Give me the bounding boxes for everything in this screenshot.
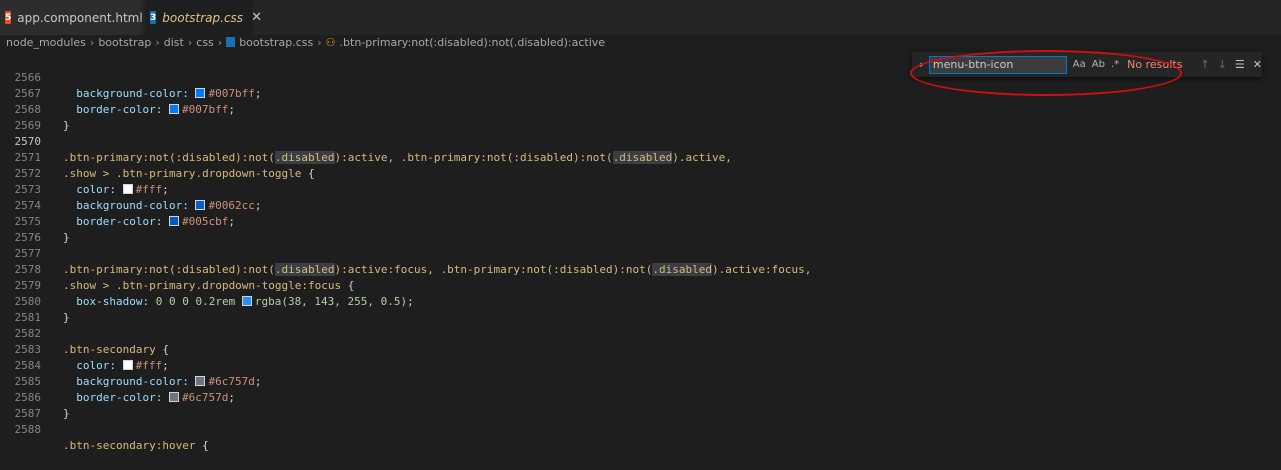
breadcrumb-item[interactable]: .btn-primary:not(:disabled):not(.disable… xyxy=(340,36,606,49)
find-navigation: ↑ ↓ ☰ ✕ xyxy=(1200,58,1262,71)
code-editor[interactable]: 2566 background-color: #007bff; 2567 bor… xyxy=(0,54,1281,452)
tab-bar: 5 app.component.html 3 bootstrap.css ✕ xyxy=(0,0,1281,35)
red-annotation-ellipse xyxy=(910,50,1182,96)
tab-app-component-html[interactable]: 5 app.component.html xyxy=(0,0,143,35)
symbol-class-icon: ⚇ xyxy=(325,35,336,49)
close-icon[interactable]: ✕ xyxy=(1253,58,1262,71)
previous-match-icon[interactable]: ↑ xyxy=(1200,58,1209,71)
code-line: 2575 } xyxy=(0,198,1281,244)
chevron-right-icon: › xyxy=(155,35,160,49)
code-line: 2581 xyxy=(0,294,1281,324)
opening-brace: { xyxy=(195,439,209,452)
code-line: 2574 border-color: #005cbf; xyxy=(0,182,1281,228)
html-file-icon: 5 xyxy=(5,11,12,24)
breadcrumb-item[interactable]: css xyxy=(196,36,214,49)
code-line: 2588 .btn-secondary:hover { xyxy=(0,406,1281,452)
code-line: 2572 color: #fff; xyxy=(0,150,1281,196)
code-line-current: 2570 .btn-primary:not(:disabled):not(.di… xyxy=(0,118,1281,164)
breadcrumb-item[interactable]: dist xyxy=(164,36,184,49)
chevron-right-icon: › xyxy=(89,35,95,49)
line-number: 2588 xyxy=(14,423,42,436)
selector-text: .btn-secondary:hover xyxy=(63,439,196,452)
code-line: 2582 .btn-secondary { xyxy=(0,310,1281,356)
breadcrumb: node_modules › bootstrap › dist › css › … xyxy=(0,35,1281,49)
code-line: 2578 .show > .btn-primary.dropdown-toggl… xyxy=(0,246,1281,292)
find-in-selection-icon[interactable]: ☰ xyxy=(1235,58,1245,71)
code-line: 2579 box-shadow: 0 0 0 0.2rem rgba(38, 1… xyxy=(0,262,1281,308)
close-icon[interactable]: ✕ xyxy=(251,10,262,25)
code-line: 2583 color: #fff; xyxy=(0,326,1281,372)
code-line: 2577 .btn-primary:not(:disabled):not(.di… xyxy=(0,230,1281,276)
code-line: 2573 background-color: #0062cc; xyxy=(0,166,1281,212)
vertical-scrollbar[interactable] xyxy=(1267,54,1281,423)
breadcrumb-item[interactable]: bootstrap xyxy=(98,36,151,49)
chevron-right-icon: › xyxy=(187,35,193,49)
breadcrumb-item[interactable]: node_modules xyxy=(6,36,86,49)
code-line: 2571 .show > .btn-primary.dropdown-toggl… xyxy=(0,134,1281,180)
next-match-icon[interactable]: ↓ xyxy=(1218,58,1227,71)
code-line: 2580 } xyxy=(0,278,1281,324)
tab-bootstrap-css[interactable]: 3 bootstrap.css ✕ xyxy=(145,0,262,35)
tab-label: bootstrap.css xyxy=(162,10,244,25)
chevron-right-icon: › xyxy=(217,35,223,49)
code-line: 2584 background-color: #6c757d; xyxy=(0,342,1281,388)
code-line: 2576 xyxy=(0,214,1281,244)
breadcrumb-item[interactable]: bootstrap.css xyxy=(239,36,313,49)
css-file-icon xyxy=(226,37,236,47)
code-line: 2587 xyxy=(0,390,1281,420)
tab-label: app.component.html xyxy=(17,10,143,25)
code-line: 2586 } xyxy=(0,374,1281,420)
code-line: 2585 border-color: #6c757d; xyxy=(0,358,1281,404)
css-file-icon: 3 xyxy=(150,11,157,24)
code-line: 2569 xyxy=(0,102,1281,132)
line-text: .btn-secondary:hover { xyxy=(63,438,209,454)
chevron-right-icon: › xyxy=(317,35,322,49)
